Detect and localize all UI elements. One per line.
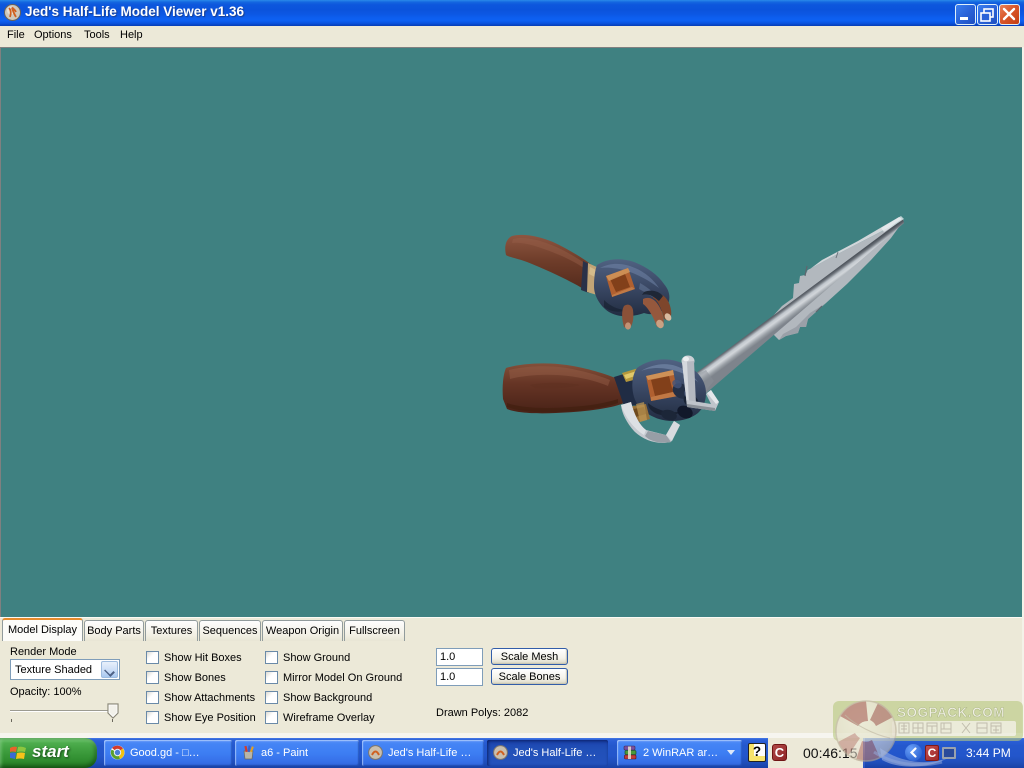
svg-text:SOGPACK.COM: SOGPACK.COM — [897, 705, 1005, 720]
